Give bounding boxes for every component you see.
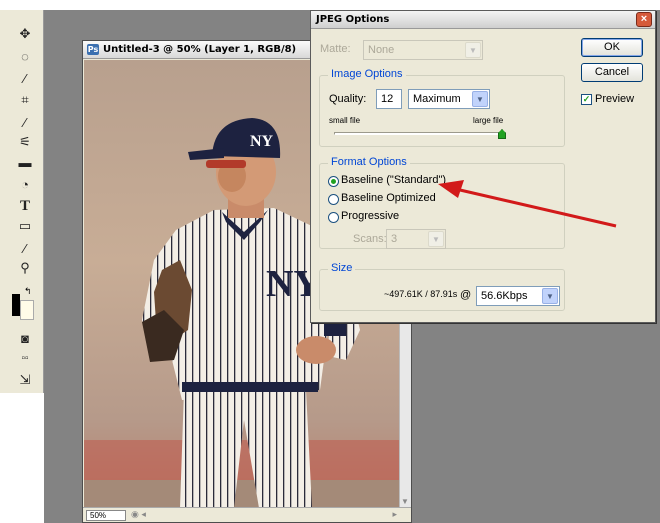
matte-label: Matte: bbox=[320, 43, 351, 55]
scroll-right-icon[interactable]: ▸ bbox=[392, 509, 397, 520]
status-menu-icon[interactable]: ◉ ◂ bbox=[131, 509, 146, 520]
quality-label: Quality: bbox=[329, 93, 367, 105]
chevron-down-icon[interactable]: ▼ bbox=[542, 288, 558, 304]
scans-label: Scans: bbox=[353, 233, 387, 245]
baseline-standard-radio[interactable] bbox=[328, 176, 339, 187]
foreground-color[interactable] bbox=[12, 294, 20, 316]
progressive-radio[interactable] bbox=[328, 212, 339, 223]
image-options-group: Image Options Quality: 12 Maximum ▼ smal… bbox=[319, 68, 565, 147]
dialog-title-bar[interactable]: JPEG Options bbox=[311, 11, 655, 29]
document-title: Untitled-3 @ 50% (Layer 1, RGB/8) bbox=[103, 44, 297, 55]
close-icon[interactable]: × bbox=[636, 12, 652, 27]
preview-checkbox[interactable]: ✓ bbox=[581, 94, 592, 105]
scroll-down-icon[interactable]: ▼ bbox=[401, 497, 409, 506]
screen-mode-icon[interactable]: ▫▫ bbox=[14, 348, 36, 368]
eraser-icon[interactable]: ▬ bbox=[14, 152, 36, 172]
large-file-label: large file bbox=[473, 116, 504, 125]
move-icon[interactable]: ✥ bbox=[14, 24, 36, 44]
zoom-field[interactable]: 50% bbox=[86, 510, 126, 521]
quality-preset-value: Maximum bbox=[413, 93, 461, 105]
blur-icon[interactable]: ◔ bbox=[14, 174, 36, 194]
brush-icon[interactable]: ∕ bbox=[14, 112, 36, 132]
type-icon[interactable]: T bbox=[14, 196, 36, 216]
format-options-legend: Format Options bbox=[328, 156, 410, 168]
history-brush-icon[interactable]: ⚟ bbox=[14, 132, 36, 152]
quality-slider-track[interactable] bbox=[334, 132, 506, 135]
quality-slider-thumb[interactable] bbox=[498, 129, 506, 139]
progressive-label[interactable]: Progressive bbox=[341, 210, 399, 222]
quality-input[interactable]: 12 bbox=[376, 89, 402, 109]
format-options-group: Format Options Baseline ("Standard") Bas… bbox=[319, 156, 565, 249]
size-legend: Size bbox=[328, 262, 356, 274]
eyedropper-icon[interactable]: ⁄ bbox=[14, 238, 36, 258]
dialog-title: JPEG Options bbox=[316, 14, 390, 25]
baseline-optimized-radio[interactable] bbox=[328, 194, 339, 205]
cancel-button[interactable]: Cancel bbox=[581, 63, 643, 82]
chevron-down-icon: ▼ bbox=[428, 231, 444, 247]
connection-speed-select[interactable]: 56.6Kbps ▼ bbox=[476, 286, 560, 306]
zoom-icon[interactable]: ⚲ bbox=[14, 258, 36, 278]
size-at-label: @ bbox=[460, 289, 472, 301]
baseline-optimized-label[interactable]: Baseline Optimized bbox=[341, 192, 436, 204]
document-icon: Ps bbox=[87, 44, 99, 55]
matte-select: None ▼ bbox=[363, 40, 483, 60]
chevron-down-icon[interactable]: ▼ bbox=[472, 91, 488, 107]
chevron-down-icon: ▼ bbox=[465, 42, 481, 58]
crop-icon[interactable]: ⌗ bbox=[14, 90, 36, 110]
background-color[interactable] bbox=[20, 300, 34, 320]
jpeg-options-dialog: JPEG Options × Matte: None ▼ Image Optio… bbox=[310, 10, 656, 323]
ok-button[interactable]: OK bbox=[581, 38, 643, 57]
swap-colors-icon[interactable]: ↰ bbox=[24, 286, 32, 297]
magic-wand-icon[interactable]: ⁄ bbox=[14, 68, 36, 88]
jump-icon[interactable]: ⇲ bbox=[14, 370, 36, 390]
baseline-standard-label[interactable]: Baseline ("Standard") bbox=[341, 174, 446, 186]
cap-logo: NY bbox=[250, 133, 274, 150]
mask-icon[interactable]: ◙ bbox=[14, 328, 36, 348]
scans-value: 3 bbox=[391, 233, 398, 245]
shape-icon[interactable]: ▭ bbox=[14, 216, 36, 236]
preview-label[interactable]: Preview bbox=[595, 93, 634, 105]
tools-palette: ✥ ◌ ⁄ ⌗ ∕ ⚟ ▬ ◔ T ▭ ⁄ ⚲ ↰ ◙ ▫▫ ⇲ bbox=[0, 10, 44, 393]
size-group: Size ~497.61K / 87.91s @ 56.6Kbps ▼ bbox=[319, 262, 565, 311]
lasso-icon[interactable]: ◌ bbox=[14, 46, 36, 66]
quality-preset-select[interactable]: Maximum ▼ bbox=[408, 89, 490, 109]
connection-speed-value: 56.6Kbps bbox=[481, 290, 528, 302]
matte-value: None bbox=[368, 44, 395, 56]
status-bar: 50% ◉ ◂ ▸ bbox=[83, 507, 411, 522]
size-estimate: ~497.61K / 87.91s bbox=[384, 289, 458, 299]
small-file-label: small file bbox=[329, 116, 361, 125]
image-options-legend: Image Options bbox=[328, 68, 406, 80]
scans-select: 3 ▼ bbox=[386, 229, 446, 249]
